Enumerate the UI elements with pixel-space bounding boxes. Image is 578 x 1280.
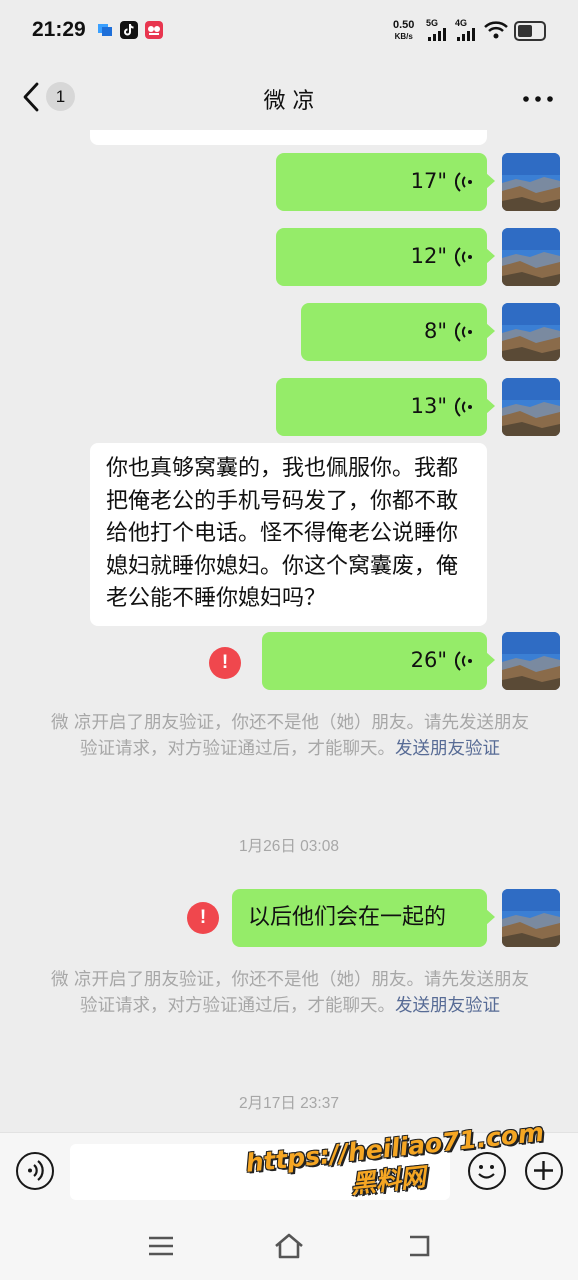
avatar[interactable] [502,632,560,690]
signal-label-4g: 4G [455,18,468,28]
wifi-icon [483,20,509,44]
network-speed: 0.50 KB/s [393,20,414,42]
voice-wave-icon [454,395,473,419]
voice-message[interactable]: 12" [276,228,495,286]
chat-title: 微 凉 [263,89,315,114]
status-bar: 21:29 0.50 KB/s 5G 4G [0,0,578,62]
system-notice: 微 凉开启了朋友验证，你还不是他（她）朋友。请先发送朋友验证请求，对方验证通过后… [48,710,532,762]
received-text-message[interactable]: 你也真够窝囊的，我也佩服你。我都把俺老公的手机号码发了，你都不敢给他打个电话。怪… [90,443,487,626]
app-icon [145,21,163,39]
signal-label-5g: 5G [426,18,439,28]
voice-wave-icon [454,320,473,344]
send-verification-link[interactable]: 发送朋友验证 [395,996,500,1016]
avatar[interactable] [502,378,560,436]
voice-duration: 8" [423,319,447,343]
message-timestamp: 1月26日 03:08 [239,838,339,855]
voice-duration: 13" [410,394,447,418]
signal-bars-2 [457,28,475,41]
notification-app-icon [96,21,114,39]
tiktok-icon [120,21,138,39]
send-failed-icon[interactable]: ! [209,647,241,679]
voice-wave-icon [454,170,473,194]
voice-duration: 26" [410,648,447,672]
more-dots-icon[interactable] [522,90,554,102]
voice-message[interactable]: 13" [276,378,495,436]
menu-icon[interactable] [146,1232,176,1260]
message-list[interactable]: 17" 12" 8" 13" 你也真够窝囊的，我也佩服你。我都把俺老公的手机号码… [0,130,578,1132]
voice-wave-icon [454,245,473,269]
sent-text-message[interactable]: 以后他们会在一起的 [232,889,495,947]
voice-message[interactable]: 8" [301,303,495,361]
voice-duration: 12" [410,244,447,268]
battery-icon [514,21,546,41]
back-icon[interactable] [404,1232,434,1260]
voice-input-icon[interactable] [16,1152,54,1190]
network-speed-unit: KB/s [394,32,413,41]
system-notice: 微 凉开启了朋友验证，你还不是他（她）朋友。请先发送朋友验证请求，对方验证通过后… [48,967,532,1019]
voice-duration: 17" [410,169,447,193]
system-navigation-bar [0,1214,578,1280]
network-speed-value: 0.50 [393,19,415,31]
voice-message[interactable]: 17" [276,153,495,211]
avatar[interactable] [502,303,560,361]
partial-message-bubble [90,130,487,145]
avatar[interactable] [502,889,560,947]
send-verification-link[interactable]: 发送朋友验证 [395,739,500,759]
send-failed-icon[interactable]: ! [187,902,219,934]
voice-wave-icon [454,649,473,673]
avatar[interactable] [502,153,560,211]
message-timestamp: 2月17日 23:37 [239,1095,339,1112]
status-time: 21:29 [32,18,86,41]
voice-message[interactable]: 26" [262,632,495,690]
signal-bars-1 [428,28,446,41]
avatar[interactable] [502,228,560,286]
home-icon[interactable] [273,1232,303,1260]
